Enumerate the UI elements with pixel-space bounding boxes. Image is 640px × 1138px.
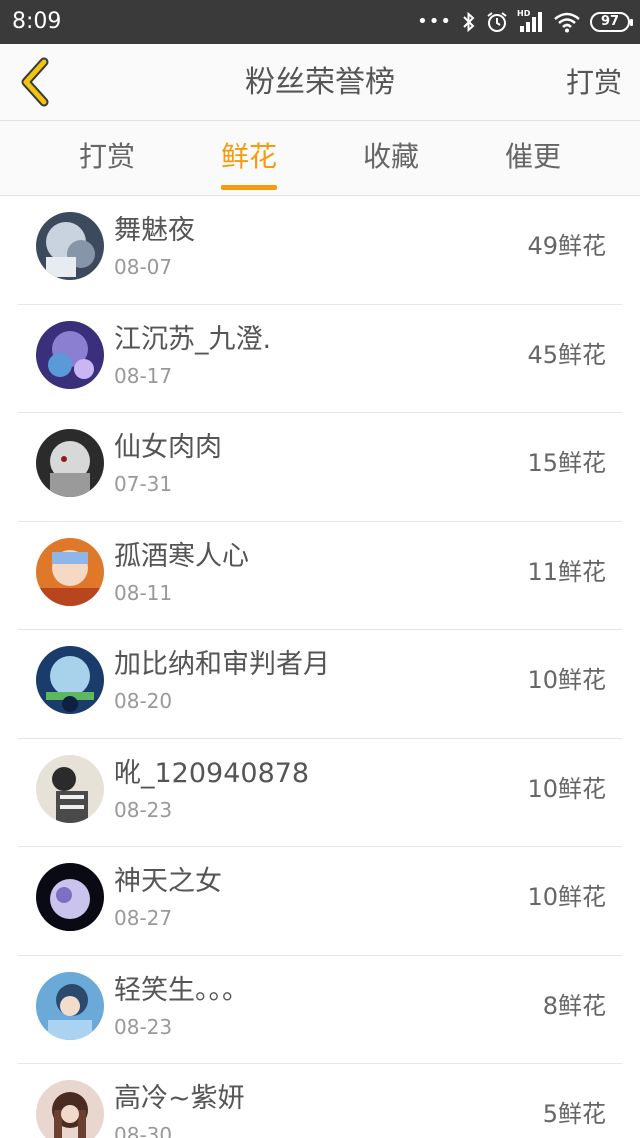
avatar bbox=[36, 971, 104, 1040]
user-date: 08-17 bbox=[114, 363, 173, 388]
user-date: 08-27 bbox=[114, 906, 173, 930]
avatar bbox=[36, 863, 104, 931]
user-date: 08-07 bbox=[114, 255, 173, 279]
hd-label: HD bbox=[517, 9, 531, 18]
battery-icon: 97 bbox=[590, 12, 633, 32]
avatar bbox=[36, 754, 104, 823]
tab-flowers[interactable]: 鲜花 bbox=[189, 139, 309, 175]
reward-button[interactable]: 打赏 bbox=[566, 64, 622, 102]
user-name: 高冷~紫妍 bbox=[114, 1083, 245, 1114]
user-name: 孤酒寒人心 bbox=[114, 540, 249, 572]
list-item[interactable]: 仙女肉肉 07-31 15鲜花 bbox=[18, 413, 622, 522]
flower-count: 5鲜花 bbox=[542, 1100, 606, 1128]
flower-count: 10鲜花 bbox=[527, 666, 606, 694]
list-item[interactable]: 轻笑生。。。 08-23 8鲜花 bbox=[18, 956, 622, 1064]
status-time: 8:09 bbox=[12, 9, 62, 34]
list-item[interactable]: 舞魅夜 08-07 49鲜花 bbox=[18, 196, 622, 305]
list-item[interactable]: 孤酒寒人心 08-11 11鲜花 bbox=[18, 522, 622, 630]
user-date: 07-31 bbox=[114, 472, 173, 496]
flower-count: 49鲜花 bbox=[527, 232, 606, 260]
user-name: 仙女肉肉 bbox=[114, 432, 222, 463]
signal-icon: HD bbox=[517, 9, 544, 33]
user-name: 神天之女 bbox=[114, 866, 222, 897]
user-date: 08-30 bbox=[114, 1123, 173, 1138]
app-bar: 粉丝荣誉榜 打赏 bbox=[0, 44, 640, 121]
avatar bbox=[36, 646, 104, 714]
user-name: 舞魅夜 bbox=[114, 215, 195, 246]
avatar bbox=[36, 212, 104, 280]
user-date: 08-23 bbox=[114, 797, 173, 822]
notification-dots-icon: ••• bbox=[417, 11, 452, 32]
bluetooth-icon bbox=[462, 11, 476, 33]
avatar bbox=[36, 429, 104, 497]
flower-count: 10鲜花 bbox=[527, 774, 606, 803]
user-date: 08-20 bbox=[114, 689, 173, 713]
flower-count: 15鲜花 bbox=[527, 449, 606, 477]
list-item[interactable]: 加比纳和审判者月 08-20 10鲜花 bbox=[18, 630, 622, 739]
alarm-icon bbox=[486, 11, 508, 33]
flower-count: 10鲜花 bbox=[527, 883, 606, 911]
flower-count: 45鲜花 bbox=[527, 340, 606, 369]
status-bar: 8:09 ••• HD 97 bbox=[0, 0, 640, 44]
battery-level: 97 bbox=[600, 14, 620, 29]
avatar bbox=[36, 320, 104, 389]
wifi-icon bbox=[554, 11, 580, 33]
user-name: 吪_120940878 bbox=[114, 757, 310, 789]
user-date: 08-23 bbox=[114, 1014, 173, 1039]
page-title: 粉丝荣誉榜 bbox=[245, 65, 395, 100]
list-item[interactable]: 江沉苏_九澄. 08-17 45鲜花 bbox=[18, 305, 622, 413]
user-name: 轻笑生。。。 bbox=[114, 974, 249, 1006]
user-date: 08-11 bbox=[114, 580, 173, 605]
flower-count: 11鲜花 bbox=[527, 557, 606, 586]
list-item[interactable]: 神天之女 08-27 10鲜花 bbox=[18, 847, 622, 956]
avatar bbox=[36, 537, 104, 606]
tab-active-indicator bbox=[221, 185, 277, 190]
avatar bbox=[36, 1080, 104, 1138]
status-icons: ••• HD 97 bbox=[417, 8, 633, 36]
fan-list: 舞魅夜 08-07 49鲜花 江沉苏_九澄. 08-17 45鲜花 仙女肉肉 0… bbox=[0, 196, 640, 1138]
user-name: 江沉苏_九澄. bbox=[114, 323, 272, 355]
tab-reward[interactable]: 打赏 bbox=[47, 139, 167, 175]
list-item[interactable]: 吪_120940878 08-23 10鲜花 bbox=[18, 739, 622, 847]
tab-bar: 打赏 鲜花 收藏 催更 bbox=[0, 121, 640, 196]
tab-urge-update[interactable]: 催更 bbox=[473, 139, 593, 175]
flower-count: 8鲜花 bbox=[542, 991, 606, 1020]
tab-collect[interactable]: 收藏 bbox=[331, 139, 451, 175]
list-item[interactable]: 高冷~紫妍 08-30 5鲜花 bbox=[18, 1064, 622, 1138]
user-name: 加比纳和审判者月 bbox=[114, 649, 330, 680]
